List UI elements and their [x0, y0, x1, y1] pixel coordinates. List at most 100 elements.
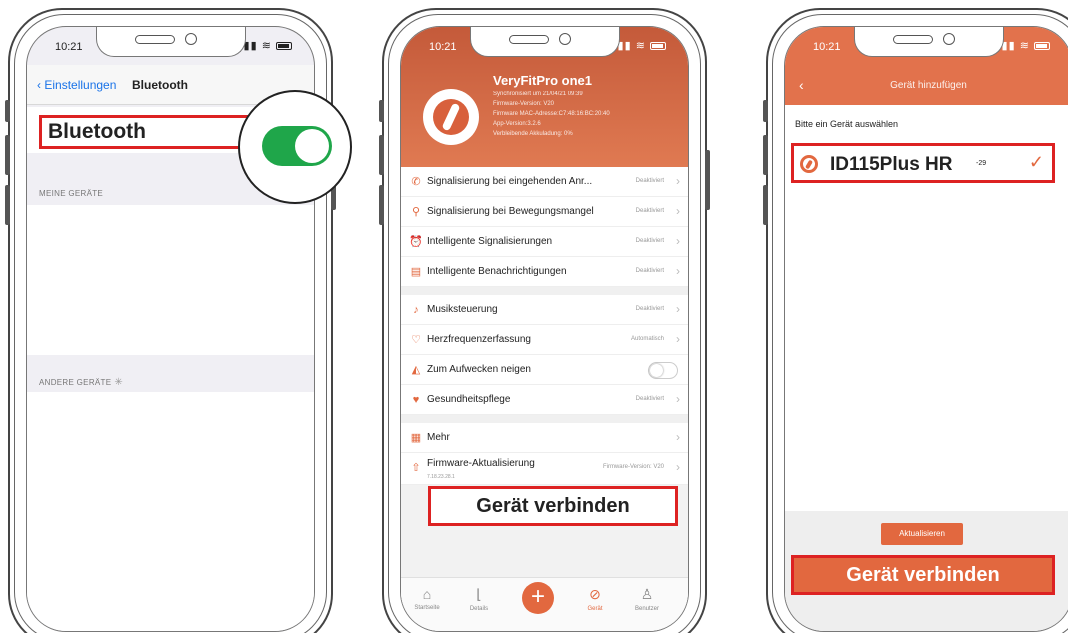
menu-item-heart-rate[interactable]: ♡ Herzfrequenzerfassung Automatisch ›: [401, 325, 688, 355]
menu-item-label: Intelligente Signalisierungen: [427, 236, 553, 247]
my-devices-list: [27, 205, 314, 355]
bluetooth-label: Bluetooth: [39, 115, 254, 149]
zoom-magnifier: [238, 90, 352, 204]
other-devices-label: ANDERE GERÄTE: [39, 378, 112, 387]
menu-item-value: Deaktiviert: [635, 396, 664, 402]
device-name: VeryFitPro one1: [493, 73, 592, 88]
device-logo-icon: [800, 155, 818, 173]
info-sync: Synchronisiert um 21/04/21 09:39: [493, 91, 583, 97]
menu-item-value: Deaktiviert: [635, 306, 664, 312]
tab-label: Details: [469, 606, 489, 612]
tab-home[interactable]: ⌂ Startseite: [407, 586, 447, 611]
info-app-version: App-Version:3.2.6: [493, 121, 541, 127]
phone-side-button: [5, 135, 10, 175]
phone-side-button: [379, 135, 384, 175]
other-devices-header: ANDERE GERÄTE ✳: [39, 377, 123, 388]
page-title: Bluetooth: [132, 78, 188, 92]
back-button[interactable]: ‹ Einstellungen: [37, 78, 116, 92]
back-label: Einstellungen: [44, 78, 117, 92]
menu-item-smart-alerts[interactable]: ⏰ Intelligente Signalisierungen Deaktivi…: [401, 227, 688, 257]
device-name: ID115Plus HR: [830, 154, 953, 175]
refresh-button[interactable]: Aktualisieren: [881, 523, 963, 545]
section-divider: [401, 287, 688, 295]
walk-icon: ⚲: [411, 206, 421, 218]
chevron-right-icon: ›: [676, 430, 680, 444]
status-time: 10:21: [813, 41, 841, 53]
tab-bar: ⌂ Startseite ⌊ Details + ⊘ Gerät ♙ Benutzer: [401, 577, 688, 631]
menu-item-label: Herzfrequenzerfassung: [427, 334, 531, 345]
bluetooth-toggle[interactable]: [262, 126, 332, 166]
phone-side-button: [5, 185, 10, 225]
tab-label: Benutzer: [634, 606, 659, 612]
info-mac: Firmware MAC-Adresse:C7:48:16:BC:20:40: [493, 111, 610, 117]
add-button[interactable]: +: [522, 582, 554, 614]
my-devices-header: MEINE GERÄTE: [39, 189, 104, 198]
menu-item-label: Mehr: [427, 432, 450, 443]
firmware-build: 7.18.23.28.1: [427, 474, 455, 480]
tab-details[interactable]: ⌊ Details: [459, 586, 499, 612]
phone-add-device: ‹ Gerät hinzufügen 10:21 ▮▮▮ ≋ Bitte ein…: [763, 8, 1068, 633]
info-battery: Verbleibende Akkuladung: 0%: [493, 131, 573, 137]
message-icon: ▤: [410, 266, 422, 278]
menu-item-label: Firmware-Aktualisierung: [427, 458, 535, 469]
menu-item-label: Zum Aufwecken neigen: [427, 364, 531, 375]
menu-item-value: Deaktiviert: [635, 238, 664, 244]
connect-device-button[interactable]: Gerät verbinden: [428, 486, 678, 526]
chart-icon: ⌊: [476, 586, 482, 602]
menu-item-value: Deaktiviert: [635, 208, 664, 214]
status-time: 10:21: [55, 41, 83, 53]
menu-item-more[interactable]: ▦ Mehr ›: [401, 423, 688, 453]
info-firmware: Firmware-Version: V20: [493, 101, 555, 107]
upload-arrow-icon: ⇧: [411, 462, 421, 474]
notch: [853, 27, 1004, 57]
phone-device-settings: VeryFitPro one1 Synchronisiert um 21/04/…: [379, 8, 710, 633]
wrist-icon: ◭: [411, 364, 421, 376]
chevron-right-icon: ›: [676, 460, 680, 474]
tab-user[interactable]: ♙ Benutzer: [627, 586, 667, 612]
chevron-right-icon: ›: [676, 204, 680, 218]
chevron-right-icon: ›: [676, 392, 680, 406]
battery-icon: [1034, 42, 1050, 51]
loading-spinner-icon: ✳: [114, 377, 124, 388]
chevron-right-icon: ›: [676, 174, 680, 188]
tab-device[interactable]: ⊘ Gerät: [575, 586, 615, 612]
other-devices-list: [27, 392, 314, 631]
raise-to-wake-toggle[interactable]: [648, 362, 678, 379]
toggle-knob: [295, 129, 329, 163]
settings-menu: ✆ Signalisierung bei eingehenden Anr... …: [401, 167, 688, 485]
heart-rate-icon: ♡: [411, 334, 421, 346]
phone-side-button: [763, 100, 768, 122]
menu-item-label: Musiksteuerung: [427, 304, 498, 315]
phone-side-button: [379, 185, 384, 225]
page-title: Gerät hinzufügen: [890, 80, 967, 91]
chevron-right-icon: ›: [676, 332, 680, 346]
select-device-label: Bitte ein Gerät auswählen: [795, 119, 899, 129]
alarm-icon: ⏰: [409, 236, 423, 248]
menu-item-value: Automatisch: [630, 336, 664, 342]
device-info: Synchronisiert um 21/04/21 09:39 Firmwar…: [493, 89, 688, 139]
menu-item-music[interactable]: ♪ Musiksteuerung Deaktiviert ›: [401, 295, 688, 325]
menu-item-health-care[interactable]: ♥ Gesundheitspflege Deaktiviert ›: [401, 385, 688, 415]
menu-item-raise-to-wake[interactable]: ◭ Zum Aufwecken neigen: [401, 355, 688, 385]
health-icon: ♥: [412, 394, 420, 406]
connect-device-button[interactable]: Gerät verbinden: [791, 555, 1055, 595]
home-icon: ⌂: [422, 586, 432, 602]
device-list-item[interactable]: ID115Plus HR -29 ✓: [791, 143, 1055, 183]
compass-icon: ⊘: [589, 586, 601, 602]
notch: [469, 27, 620, 57]
notch: [95, 27, 246, 57]
menu-item-sedentary-alert[interactable]: ⚲ Signalisierung bei Bewegungsmangel Dea…: [401, 197, 688, 227]
phone-side-button: [763, 135, 768, 175]
menu-item-smart-notifications[interactable]: ▤ Intelligente Benachrichtigungen Deakti…: [401, 257, 688, 287]
battery-icon: [650, 42, 666, 51]
menu-item-value: Firmware-Version: V20: [602, 464, 664, 470]
menu-item-firmware-update[interactable]: ⇧ Firmware-Aktualisierung 7.18.23.28.1 F…: [401, 453, 688, 485]
app-logo-icon: [423, 89, 479, 145]
menu-item-call-alert[interactable]: ✆ Signalisierung bei eingehenden Anr... …: [401, 167, 688, 197]
phone-side-button: [5, 100, 10, 122]
menu-item-label: Gesundheitspflege: [427, 394, 511, 405]
phone-side-button: [705, 150, 710, 210]
menu-item-label: Signalisierung bei Bewegungsmangel: [427, 206, 594, 217]
signal-strength: -29: [976, 160, 987, 167]
tab-label: Startseite: [414, 605, 440, 611]
